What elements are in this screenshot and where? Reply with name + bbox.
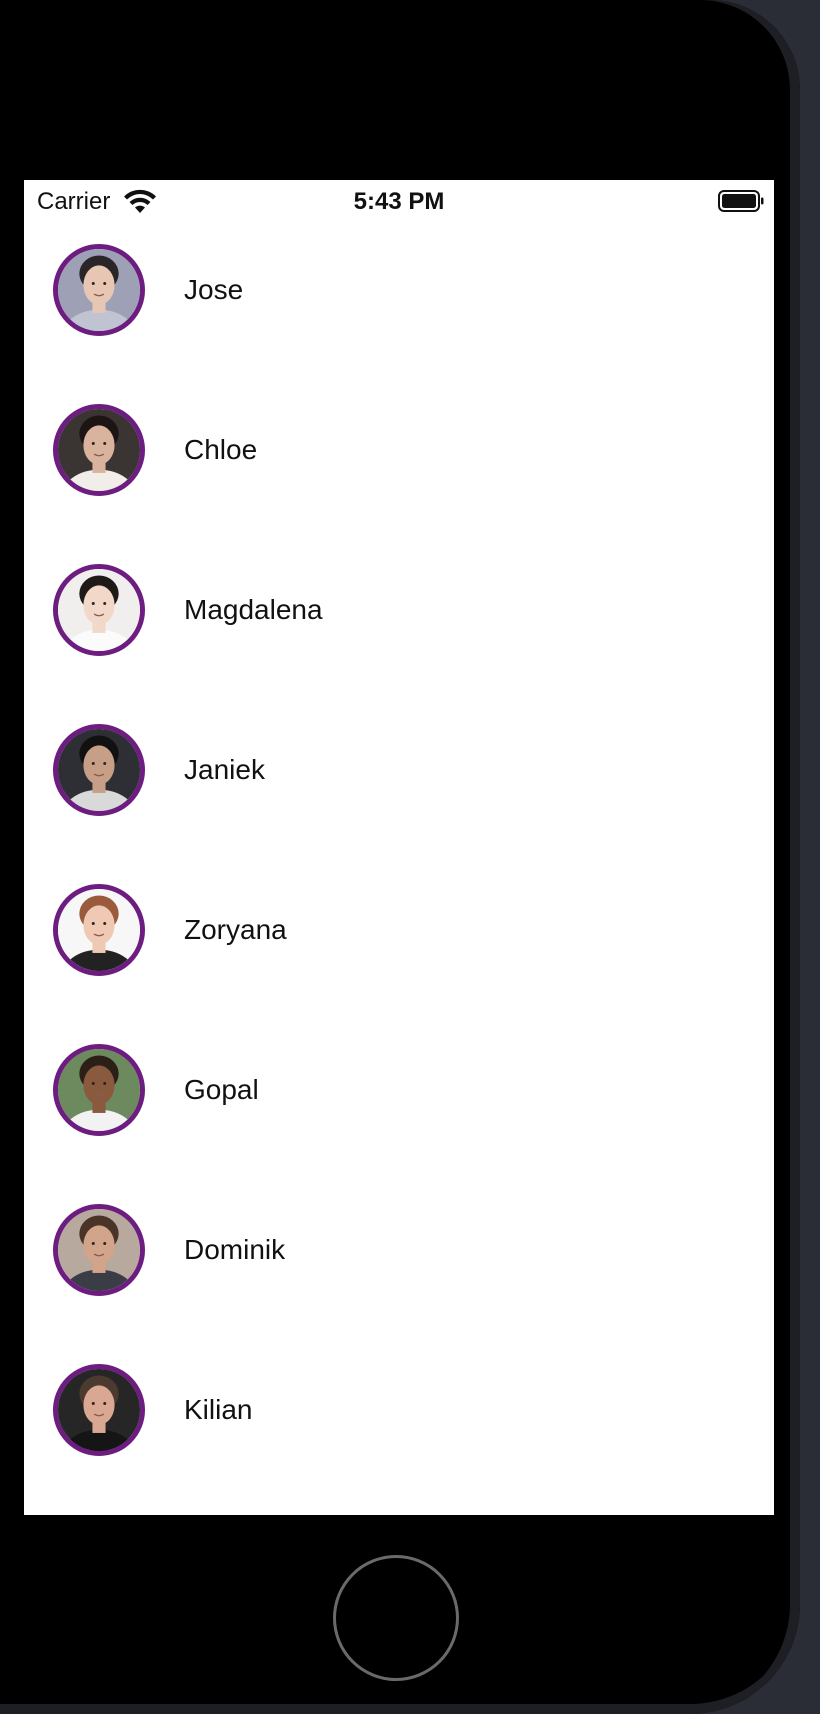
contact-avatar <box>53 724 145 816</box>
contact-avatar <box>53 564 145 656</box>
contact-name: Magdalena <box>184 594 323 625</box>
portrait-photo <box>58 249 140 331</box>
contact-name: Jose <box>184 274 244 305</box>
status-bar: Carrier 5:43 PM <box>24 180 774 224</box>
phone-frame: Carrier 5:43 PM Jose Chloe Magdalena Janiek… <box>0 0 800 1714</box>
contact-row[interactable]: Zoryana <box>24 884 774 1044</box>
contact-name: Kilian <box>184 1394 253 1425</box>
contact-row[interactable]: Jose <box>24 244 774 404</box>
contact-name: Zoryana <box>184 914 287 945</box>
contact-row[interactable]: Gopal <box>24 1044 774 1204</box>
contact-row[interactable]: Janiek <box>24 724 774 884</box>
contact-avatar <box>53 244 145 336</box>
contact-row[interactable]: Chloe <box>24 404 774 564</box>
portrait-photo <box>58 1049 140 1131</box>
contact-avatar <box>53 1044 145 1136</box>
portrait-photo <box>58 569 140 651</box>
contact-row[interactable]: Kilian <box>24 1364 774 1515</box>
clock-time: 5:43 PM <box>353 188 445 215</box>
battery-icon <box>718 190 764 212</box>
portrait-photo <box>58 889 140 971</box>
contact-list: Jose Chloe Magdalena Janiek Zoryana Gopal Domi… <box>24 244 774 1515</box>
portrait-photo <box>58 729 140 811</box>
home-button[interactable] <box>333 1555 459 1681</box>
contact-row[interactable]: Dominik <box>24 1204 774 1364</box>
portrait-photo <box>58 409 140 491</box>
portrait-photo <box>58 1369 140 1451</box>
contact-avatar <box>53 1204 145 1296</box>
contact-name: Dominik <box>184 1234 286 1265</box>
contact-name: Gopal <box>184 1074 259 1105</box>
contact-name: Chloe <box>184 434 258 465</box>
contact-row[interactable]: Magdalena <box>24 564 774 724</box>
contact-avatar <box>53 1364 145 1456</box>
app-screen: Carrier 5:43 PM Jose Chloe Magdalena Janiek… <box>24 180 774 1515</box>
contact-avatar <box>53 884 145 976</box>
contact-name: Janiek <box>184 754 265 785</box>
contact-avatar <box>53 404 145 496</box>
portrait-photo <box>58 1209 140 1291</box>
